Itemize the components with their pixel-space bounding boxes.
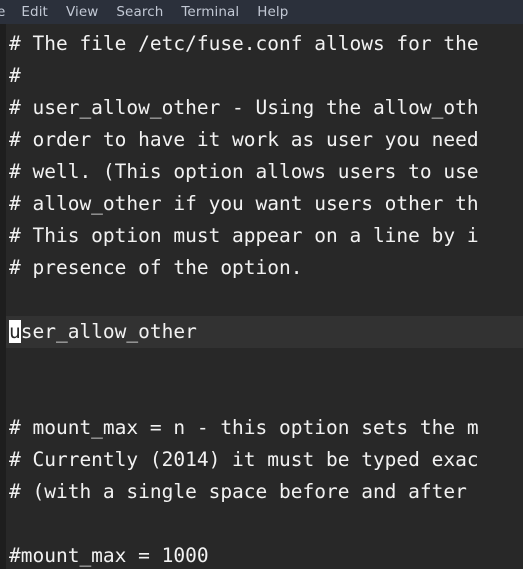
menu-edit[interactable]: Edit bbox=[12, 0, 57, 24]
menu-help[interactable]: Help bbox=[248, 0, 297, 24]
editor-line[interactable] bbox=[0, 284, 523, 316]
editor-line[interactable]: # mount_max = n - this option sets the m bbox=[0, 412, 523, 444]
editor-area[interactable]: # The file /etc/fuse.conf allows for the… bbox=[0, 24, 523, 569]
editor-line-current[interactable]: user_allow_other bbox=[0, 316, 523, 348]
editor-line[interactable]: # The file /etc/fuse.conf allows for the bbox=[0, 28, 523, 60]
menu-file[interactable]: e bbox=[0, 0, 12, 24]
editor-line[interactable]: # well. (This option allows users to use bbox=[0, 156, 523, 188]
editor-line[interactable]: # (with a single space before and after bbox=[0, 476, 523, 508]
editor-line[interactable]: # order to have it work as user you need bbox=[0, 124, 523, 156]
editor-line[interactable]: # This option must appear on a line by i bbox=[0, 220, 523, 252]
left-gutter-strip bbox=[0, 24, 6, 569]
menu-view[interactable]: View bbox=[57, 0, 107, 24]
editor-line[interactable]: #mount_max = 1000 bbox=[0, 540, 523, 569]
editor-line[interactable]: # Currently (2014) it must be typed exac bbox=[0, 444, 523, 476]
editor-line[interactable]: # allow_other if you want users other th bbox=[0, 188, 523, 220]
terminal-text-editor-window: e Edit View Search Terminal Help # The file /… bbox=[0, 0, 523, 569]
menu-bar: e Edit View Search Terminal Help bbox=[0, 0, 523, 24]
text-cursor: u bbox=[9, 320, 21, 343]
editor-line[interactable] bbox=[0, 348, 523, 380]
line-text: ser_allow_other bbox=[20, 320, 197, 343]
text-content[interactable]: # The file /etc/fuse.conf allows for the… bbox=[0, 24, 523, 569]
editor-line[interactable]: # presence of the option. bbox=[0, 252, 523, 284]
editor-line[interactable] bbox=[0, 380, 523, 412]
editor-line[interactable]: # bbox=[0, 60, 523, 92]
menu-search[interactable]: Search bbox=[107, 0, 172, 24]
editor-line[interactable] bbox=[0, 508, 523, 540]
editor-line[interactable]: # user_allow_other - Using the allow_oth bbox=[0, 92, 523, 124]
menu-terminal[interactable]: Terminal bbox=[172, 0, 248, 24]
